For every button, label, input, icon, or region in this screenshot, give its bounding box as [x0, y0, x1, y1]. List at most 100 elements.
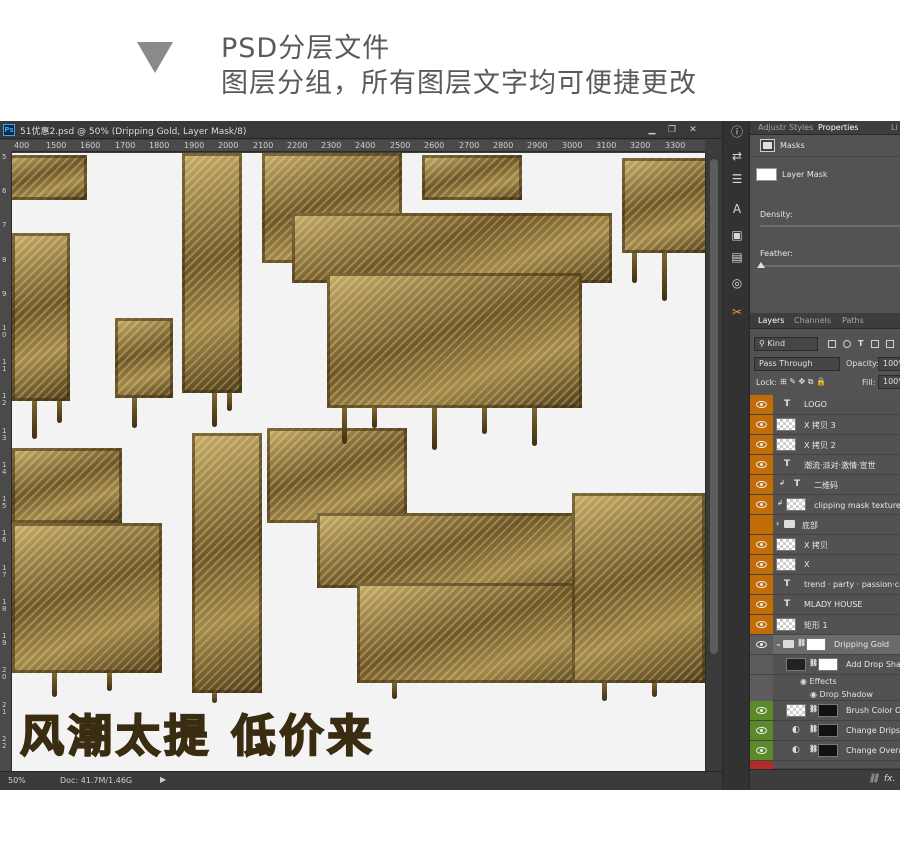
visibility-toggle[interactable]: [750, 701, 773, 720]
visibility-toggle[interactable]: [750, 535, 773, 554]
status-menu-icon[interactable]: ▶: [160, 775, 166, 784]
ruler-mark: 6: [2, 187, 7, 195]
fx-icon[interactable]: fx.: [884, 774, 895, 784]
zoom-level[interactable]: 50%: [8, 776, 26, 785]
visibility-toggle[interactable]: [750, 655, 773, 674]
layer-row[interactable]: X 拷贝: [750, 535, 900, 555]
character-icon[interactable]: A: [727, 199, 747, 219]
effects-label[interactable]: ◉ Effects: [800, 677, 837, 686]
filter-type-icon[interactable]: T: [858, 339, 863, 348]
visibility-toggle[interactable]: [750, 635, 773, 654]
chevron-down-icon[interactable]: ⌄: [775, 639, 782, 648]
text-layer-icon: T: [784, 579, 791, 589]
link-icon: ⛓: [809, 745, 818, 753]
navigator-icon[interactable]: ▣: [727, 225, 747, 245]
visibility-toggle[interactable]: [750, 761, 773, 769]
tab-libraries[interactable]: Li: [891, 123, 898, 132]
filter-adjust-icon[interactable]: [843, 340, 851, 348]
tab-paths[interactable]: Paths: [842, 316, 864, 325]
info-icon[interactable]: ⓘ: [727, 122, 747, 142]
layer-row[interactable]: ⌄ ⛓ Dripping Gold: [750, 635, 900, 655]
close-icon[interactable]: ✕: [686, 124, 700, 136]
link-layers-icon[interactable]: ⛓: [868, 774, 879, 784]
brush-preset-icon[interactable]: ◎: [727, 273, 747, 293]
sliders-icon[interactable]: ☰: [727, 169, 747, 189]
eye-icon: [756, 421, 767, 428]
layer-mask-thumbnail[interactable]: [806, 638, 826, 651]
vertical-ruler[interactable]: 5 6 7 8 9 10 11 12 13 14 15 16 17 18 19 …: [0, 152, 12, 778]
layer-row[interactable]: T LOGO: [750, 395, 900, 415]
visibility-toggle[interactable]: [750, 515, 773, 534]
layer-row[interactable]: ↲ T 二维码: [750, 475, 900, 495]
visibility-toggle[interactable]: [750, 595, 773, 614]
fill-input[interactable]: 100%: [878, 375, 900, 389]
horizontal-ruler[interactable]: 400 1500 1600 1700 1800 1900 2000 2100 2…: [12, 140, 705, 152]
layer-row[interactable]: › 底部: [750, 515, 900, 535]
visibility-toggle[interactable]: [750, 721, 773, 740]
visibility-toggle[interactable]: [750, 741, 773, 760]
filter-smart-icon[interactable]: [886, 340, 894, 348]
document-canvas[interactable]: 风潮太提 低价来: [12, 153, 705, 771]
visibility-toggle[interactable]: [750, 675, 773, 701]
layer-row[interactable]: ⛓ Brush Color Or: [750, 701, 900, 721]
layer-row[interactable]: [750, 761, 900, 769]
layer-mask-thumbnail[interactable]: [818, 724, 838, 737]
ruler-corner[interactable]: [0, 140, 12, 152]
layer-row[interactable]: 矩形 1: [750, 615, 900, 635]
visibility-toggle[interactable]: [750, 455, 773, 474]
visibility-toggle[interactable]: [750, 475, 773, 494]
layers-panel-footer: ⛓ fx.: [750, 769, 900, 790]
visibility-toggle[interactable]: [750, 615, 773, 634]
layer-mask-thumbnail[interactable]: [818, 658, 838, 671]
layer-row[interactable]: X: [750, 555, 900, 575]
layer-row[interactable]: X 拷贝 2: [750, 435, 900, 455]
adjust-icon[interactable]: ⇄: [727, 146, 747, 166]
layer-row[interactable]: T trend · party · passion·catha: [750, 575, 900, 595]
tab-properties[interactable]: Properties: [818, 123, 858, 132]
vertical-scrollbar[interactable]: [705, 153, 722, 771]
layer-row[interactable]: X 拷贝 3: [750, 415, 900, 435]
layer-row[interactable]: T 潮流·派对·激情·宣世: [750, 455, 900, 475]
visibility-toggle[interactable]: [750, 395, 773, 414]
tab-styles[interactable]: Styles: [789, 123, 813, 132]
eye-icon: [756, 641, 767, 648]
layer-name: X 拷贝 2: [804, 441, 836, 450]
masks-header: Masks: [750, 135, 900, 157]
visibility-toggle[interactable]: [750, 555, 773, 574]
layer-mask-thumbnail[interactable]: [818, 744, 838, 757]
layer-mask-thumbnail[interactable]: [818, 704, 838, 717]
blend-mode-select[interactable]: Pass Through: [754, 357, 840, 371]
opacity-input[interactable]: 100%: [878, 357, 900, 371]
restore-icon[interactable]: ❐: [665, 124, 679, 136]
tab-channels[interactable]: Channels: [794, 316, 831, 325]
minimize-icon[interactable]: ▁: [645, 124, 659, 136]
layer-row[interactable]: ⛓ Add Drop Shac: [750, 655, 900, 675]
tab-adjustments[interactable]: Adjustr: [758, 123, 786, 132]
layer-mask-thumbnail[interactable]: [756, 168, 777, 181]
visibility-toggle[interactable]: [750, 415, 773, 434]
feather-slider[interactable]: [760, 265, 900, 267]
density-slider[interactable]: [760, 225, 900, 227]
document-tab[interactable]: Ps 51优惠2.psd @ 50% (Dripping Gold, Layer…: [0, 121, 722, 139]
layer-row[interactable]: T MLADY HOUSE: [750, 595, 900, 615]
layer-row[interactable]: ◐ ⛓ Change Overal: [750, 741, 900, 761]
filter-shape-icon[interactable]: [871, 340, 879, 348]
visibility-toggle[interactable]: [750, 435, 773, 454]
drip: [602, 683, 607, 701]
layer-row[interactable]: ↲ clipping mask texture 拷: [750, 495, 900, 515]
feather-slider-handle[interactable]: [757, 262, 765, 268]
scrollbar-thumb[interactable]: [710, 159, 718, 654]
lock-icons[interactable]: ⊞ ✎ ✥ ⧉ 🔒: [780, 377, 826, 387]
kind-filter-select[interactable]: ⚲ Kind: [754, 337, 818, 351]
eye-small-icon: ◉: [800, 677, 810, 686]
layer-row[interactable]: ◐ ⛓ Change Drips C: [750, 721, 900, 741]
notes-icon[interactable]: ▤: [727, 247, 747, 267]
tab-layers[interactable]: Layers: [758, 316, 784, 325]
layer-name: 底部: [802, 521, 818, 530]
visibility-toggle[interactable]: [750, 495, 773, 514]
drop-shadow-label[interactable]: ◉ Drop Shadow: [810, 690, 873, 699]
visibility-toggle[interactable]: [750, 575, 773, 594]
tools-icon[interactable]: ✂: [727, 302, 747, 322]
chevron-right-icon[interactable]: ›: [776, 519, 779, 528]
filter-pixel-icon[interactable]: [828, 340, 836, 348]
